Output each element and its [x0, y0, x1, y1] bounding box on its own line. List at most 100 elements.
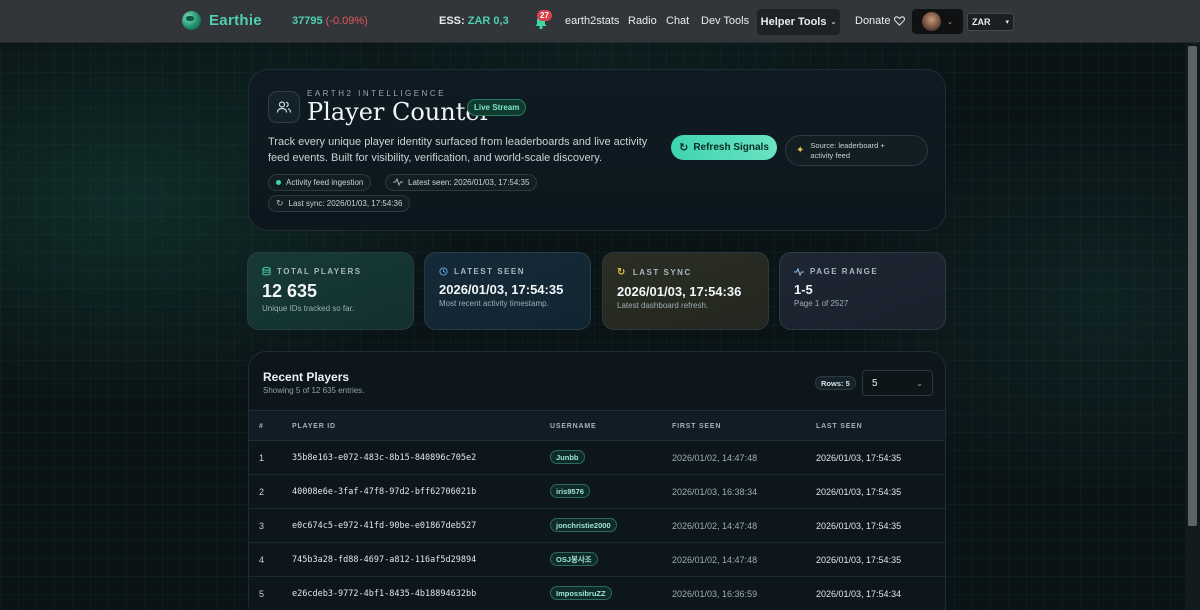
database-icon — [262, 267, 271, 276]
sparkle-icon: ✦ — [796, 144, 805, 156]
chip-sync-label: Last sync: 2026/01/03, 17:54:36 — [288, 199, 403, 208]
column-header-username: USERNAME — [550, 423, 597, 430]
first-seen: 2026/01/02, 14:47:48 — [672, 555, 758, 565]
helper-tools-dropdown[interactable]: Helper Tools ⌄ — [757, 9, 840, 35]
player-id: e0c674c5-e972-41fd-90be-e01867deb527 — [292, 521, 477, 531]
notification-badge: 27 — [537, 10, 552, 21]
stat-label-row: TOTAL PLAYERS — [262, 267, 399, 276]
price-value: 37795 — [292, 15, 323, 27]
first-seen: 2026/01/02, 14:47:48 — [672, 453, 758, 463]
stat-label-row: PAGE RANGE — [794, 267, 931, 276]
last-seen: 2026/01/03, 17:54:35 — [816, 555, 902, 565]
chevron-down-icon: ⌄ — [916, 378, 923, 388]
scrollbar-thumb[interactable] — [1188, 46, 1197, 526]
ess-value: ZAR 0,3 — [467, 15, 509, 27]
globe-logo-icon — [182, 11, 201, 30]
table-subtitle: Showing 5 of 12 635 entries. — [263, 386, 365, 395]
column-header-first-seen: FIRST SEEN — [672, 423, 722, 430]
table-row[interactable]: 5 e26cdeb3-9772-4bf1-8435-4b18894632bb I… — [249, 577, 945, 610]
rows-select-value: 5 — [872, 377, 878, 389]
ess-ticker: ESS: ZAR 0,3 — [439, 15, 509, 27]
page-title: Player Counter — [307, 98, 492, 126]
stat-label: LAST SYNC — [632, 268, 692, 277]
chip-latest-label: Latest seen: 2026/01/03, 17:54:35 — [408, 178, 530, 187]
chevron-down-icon: ⌄ — [947, 18, 953, 26]
sync-icon: ↻ — [276, 198, 284, 208]
source-info: ✦ Source: leaderboard + activity feed — [785, 135, 928, 166]
avatar — [922, 12, 941, 31]
table-row[interactable]: 4 745b3a28-fd88-4697-a812-116af5d29894 O… — [249, 543, 945, 577]
last-seen: 2026/01/03, 17:54:34 — [816, 589, 902, 599]
user-menu[interactable]: ⌄ — [912, 9, 963, 34]
table-title: Recent Players — [263, 370, 350, 384]
stat-subtext: Page 1 of 2527 — [794, 299, 849, 308]
activity-pulse-icon — [393, 177, 403, 188]
rows-per-page-select[interactable]: 5 ⌄ — [862, 370, 933, 396]
row-number: 2 — [259, 487, 265, 497]
username-pill[interactable]: Junbb — [550, 450, 585, 464]
refresh-signals-button[interactable]: ↻ Refresh Signals — [671, 135, 777, 160]
stat-value: 2026/01/03, 17:54:35 — [439, 282, 564, 297]
column-header-num: # — [259, 423, 264, 430]
clock-icon — [439, 267, 448, 276]
first-seen: 2026/01/03, 16:36:59 — [672, 589, 758, 599]
player-id: 745b3a28-fd88-4697-a812-116af5d29894 — [292, 555, 477, 565]
stat-label-row: ↻ LAST SYNC — [617, 267, 754, 278]
last-seen: 2026/01/03, 17:54:35 — [816, 487, 902, 497]
top-navbar: Earthie 37795 (-0.09%) ESS: ZAR 0,3 27 e… — [0, 0, 1200, 43]
stat-label: TOTAL PLAYERS — [277, 267, 362, 276]
nav-link-chat[interactable]: Chat — [666, 15, 689, 27]
row-number: 5 — [259, 589, 265, 599]
heart-icon — [894, 16, 906, 26]
source-line-1: Source: leaderboard + — [810, 140, 885, 150]
chip-last-sync: ↻ Last sync: 2026/01/03, 17:54:36 — [268, 195, 411, 212]
row-number: 1 — [259, 453, 265, 463]
chevron-down-icon: ⌄ — [830, 19, 837, 26]
username-pill[interactable]: jonchristie2000 — [550, 518, 617, 532]
donate-label: Donate — [855, 15, 891, 27]
stat-value: 12 635 — [262, 281, 318, 301]
username-pill[interactable]: OSJ봉사조 — [550, 552, 598, 566]
last-seen: 2026/01/03, 17:54:35 — [816, 521, 902, 531]
source-line-2: activity feed — [810, 150, 850, 160]
stat-subtext: Latest dashboard refresh. — [617, 301, 709, 310]
currency-select[interactable]: ZAR ▾ — [967, 13, 1014, 31]
stat-value: 1-5 — [794, 282, 813, 297]
ess-label: ESS: — [439, 15, 465, 27]
live-stream-badge: Live Stream — [467, 99, 527, 116]
first-seen: 2026/01/02, 14:47:48 — [672, 521, 758, 531]
chevron-down-icon: ▾ — [1005, 19, 1009, 26]
stat-value: 2026/01/03, 17:54:36 — [617, 284, 742, 299]
nav-link-dev-tools[interactable]: Dev Tools — [701, 15, 749, 27]
row-number: 3 — [259, 521, 265, 531]
currency-value: ZAR — [972, 17, 991, 27]
price-change: (-0.09%) — [325, 15, 368, 27]
table-row[interactable]: 2 40008e6e-3faf-47f8-97d2-bff62706021b i… — [249, 475, 945, 509]
table-row[interactable]: 1 35b8e163-e072-483c-8b15-840896c705e2 J… — [249, 441, 945, 475]
stat-card-last-sync: ↻ LAST SYNC 2026/01/03, 17:54:36 Latest … — [602, 252, 769, 330]
table-row[interactable]: 3 e0c674c5-e972-41fd-90be-e01867deb527 j… — [249, 509, 945, 543]
chip-latest-seen: Latest seen: 2026/01/03, 17:54:35 — [385, 174, 538, 191]
hero-eyebrow: EARTH2 INTELLIGENCE — [307, 89, 446, 98]
stat-card-total-players: TOTAL PLAYERS 12 635 Unique IDs tracked … — [247, 252, 414, 330]
username-pill[interactable]: iris9576 — [550, 484, 590, 498]
hero-description: Track every unique player identity surfa… — [268, 136, 648, 164]
player-id: 40008e6e-3faf-47f8-97d2-bff62706021b — [292, 487, 477, 497]
nav-link-radio[interactable]: Radio — [628, 15, 657, 27]
nav-link-earth2stats[interactable]: earth2stats — [565, 15, 619, 27]
logo-link[interactable]: Earthie — [182, 11, 262, 30]
last-seen: 2026/01/03, 17:54:35 — [816, 453, 902, 463]
table-header: # PLAYER ID USERNAME FIRST SEEN LAST SEE… — [249, 410, 945, 441]
stat-card-latest-seen: LATEST SEEN 2026/01/03, 17:54:35 Most re… — [424, 252, 591, 330]
stat-subtext: Unique IDs tracked so far. — [262, 304, 355, 313]
price-ticker: 37795 (-0.09%) — [292, 15, 368, 27]
username-pill[interactable]: ImpossibruZZ — [550, 586, 612, 600]
player-id: e26cdeb3-9772-4bf1-8435-4b18894632bb — [292, 589, 477, 599]
sync-icon: ↻ — [617, 267, 627, 278]
status-dot-icon — [276, 180, 281, 185]
stat-label-row: LATEST SEEN — [439, 267, 576, 276]
donate-link[interactable]: Donate — [855, 15, 906, 27]
users-icon — [268, 91, 300, 123]
source-text: Source: leaderboard + activity feed — [810, 141, 884, 161]
activity-pulse-icon — [794, 267, 804, 276]
